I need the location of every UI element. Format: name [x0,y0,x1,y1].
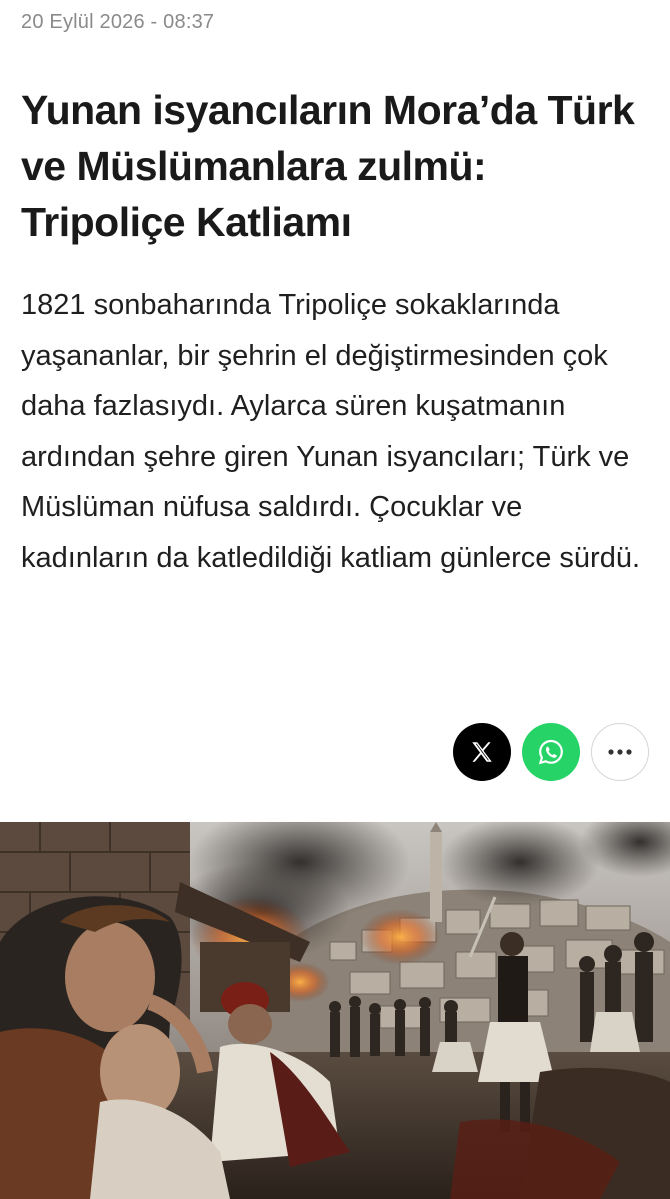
x-logo-icon [472,742,492,762]
article-summary: 1821 sonbaharında Tripoliçe sokaklarında… [21,289,641,574]
article-headline: Yunan isyancıların Mora’da Türk ve Müslü… [21,87,635,245]
whatsapp-icon [538,739,563,765]
share-whatsapp-button[interactable] [522,723,580,781]
article: 20 Eylül 2026 - 08:37 Yunan isyancıların… [0,0,670,1199]
publish-date: 20 Eylül 2026 - 08:37 [21,11,215,33]
hero-illustration [0,822,670,1199]
share-more-button[interactable] [591,723,649,781]
more-icon [608,749,632,755]
share-bar [453,723,649,781]
hero-image [0,822,670,1199]
share-x-button[interactable] [453,723,511,781]
